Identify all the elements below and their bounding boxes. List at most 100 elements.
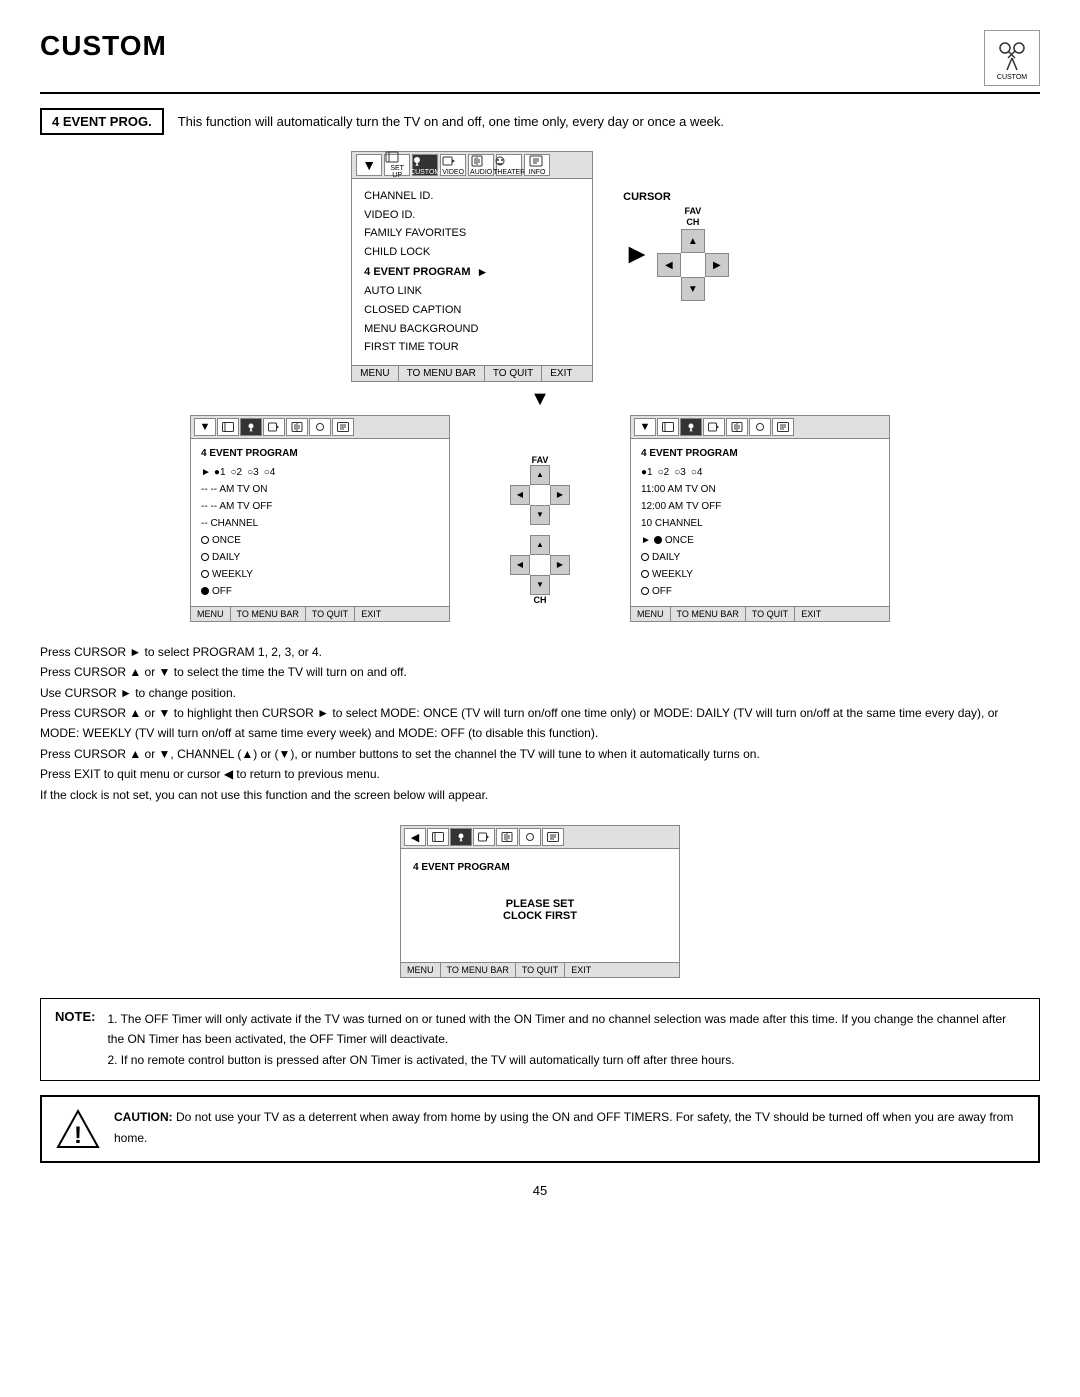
right-bb-menu: MENU <box>631 607 671 621</box>
left-tv-off: -- -- AM TV OFF <box>201 498 439 515</box>
clock-tab-setup <box>427 828 449 846</box>
tab-setup: SET UP <box>384 154 410 176</box>
fav-ch-controller-top: FAV CH ▲ ◀ ▶ ▼ <box>657 207 729 301</box>
nav-arrow: ▼ <box>356 154 382 176</box>
radio-weekly <box>201 570 209 578</box>
left-mode-once: ONCE <box>201 532 439 549</box>
svg-text:!: ! <box>74 1122 82 1149</box>
left-p1: ●1 <box>214 464 226 481</box>
caution-text: Do not use your TV as a deterrent when a… <box>114 1110 1013 1144</box>
left-title: 4 EVENT PROGRAM <box>201 445 439 462</box>
top-diagram-right: CURSOR ► FAV CH ▲ ◀ ▶ ▼ <box>623 151 729 301</box>
bottombar-menu: MENU <box>352 366 398 381</box>
c-br <box>550 505 570 525</box>
cb-left: ◀ <box>510 555 530 575</box>
event-prog-row: 4 EVENT PROG. This function will automat… <box>40 108 1040 135</box>
radio-once-filled <box>654 536 662 544</box>
bottombar-to-menu-bar: TO MENU BAR <box>399 366 485 381</box>
top-menu-topbar: ▼ SET UP CUSTOM VIDEO <box>352 152 592 179</box>
left-p2: ○2 <box>231 464 243 481</box>
radio-once <box>201 536 209 544</box>
menu-item-closed-caption: CLOSED CAPTION <box>364 301 580 320</box>
clock-tab-theater <box>519 828 541 846</box>
cell-down: ▼ <box>681 277 705 301</box>
cursor-arrow-box: ► FAV CH ▲ ◀ ▶ ▼ <box>623 207 729 301</box>
tab-info: INFO <box>524 154 550 176</box>
right-p4: ○4 <box>691 464 703 481</box>
right-tv-on: 11:00 AM TV ON <box>641 481 879 498</box>
left-topbar: ▼ <box>191 416 449 439</box>
clock-bb-menu: MENU <box>401 963 441 977</box>
cb-br <box>550 575 570 595</box>
custom-icon-label: CUSTOM <box>997 74 1027 81</box>
fav-label: FAV <box>684 207 701 216</box>
right-title: 4 EVENT PROGRAM <box>641 445 879 462</box>
left-menu-content: 4 EVENT PROGRAM ► ●1 ○2 ○3 ○4 -- -- AM T… <box>191 439 449 606</box>
note-point-1: 1. The OFF Timer will only activate if t… <box>107 1009 1025 1050</box>
cell-bl <box>657 277 681 301</box>
c-tr <box>550 465 570 485</box>
left-channel: -- CHANNEL <box>201 515 439 532</box>
left-p4: ○4 <box>264 464 276 481</box>
left-program-row: ► ●1 ○2 ○3 ○4 <box>201 464 439 481</box>
left-p3: ○3 <box>247 464 259 481</box>
left-mode-off: OFF <box>201 583 439 600</box>
page-number: 45 <box>40 1183 1040 1198</box>
center-fav-ch-bottom: ▲ ◀ ▶ ▼ CH <box>510 535 570 605</box>
cell-tl <box>657 229 681 253</box>
right-screen-group: ▼ <box>630 415 890 622</box>
right-bb-tomenubar: TO MENU BAR <box>671 607 746 621</box>
left-bottombar: MENU TO MENU BAR TO QUIT EXIT <box>191 606 449 621</box>
cb-bl <box>510 575 530 595</box>
c-right: ▶ <box>550 485 570 505</box>
radio-weekly-r <box>641 570 649 578</box>
left-tab-theater <box>309 418 331 436</box>
note-point-2: 2. If no remote control button is presse… <box>107 1050 1025 1070</box>
top-diagram-wrapper: ▼ SET UP CUSTOM VIDEO <box>40 151 1040 382</box>
left-tab-video <box>263 418 285 436</box>
right-mode-once: ► ONCE <box>641 532 879 549</box>
cell-up: ▲ <box>681 229 705 253</box>
cell-tr <box>705 229 729 253</box>
menu-item-family-fav: FAMILY FAVORITES <box>364 224 580 243</box>
radio-daily <box>201 553 209 561</box>
instruction-2: Press CURSOR ▲ or ▼ to select the time t… <box>40 662 1040 682</box>
cb-center <box>530 555 550 575</box>
ch-label: CH <box>686 218 699 227</box>
right-tab-theater <box>749 418 771 436</box>
right-mode-weekly: WEEKLY <box>641 566 879 583</box>
right-tv-off: 12:00 AM TV OFF <box>641 498 879 515</box>
left-arrow-indicator: ► <box>201 464 211 481</box>
clock-tab-video <box>473 828 495 846</box>
right-topbar: ▼ <box>631 416 889 439</box>
right-mode-daily: DAILY <box>641 549 879 566</box>
top-menu-screen: ▼ SET UP CUSTOM VIDEO <box>351 151 593 382</box>
menu-item-video-id: VIDEO ID. <box>364 206 580 225</box>
radio-off-filled <box>201 587 209 595</box>
right-tab-info <box>772 418 794 436</box>
right-p3: ○3 <box>674 464 686 481</box>
cb-down: ▼ <box>530 575 550 595</box>
top-menu-content: CHANNEL ID. VIDEO ID. FAMILY FAVORITES C… <box>352 179 592 365</box>
right-bottombar: MENU TO MENU BAR TO QUIT EXIT <box>631 606 889 621</box>
custom-icon-box: CUSTOM <box>984 30 1040 86</box>
c-up: ▲ <box>530 465 550 485</box>
cell-center <box>681 253 705 277</box>
instructions-block: Press CURSOR ► to select PROGRAM 1, 2, 3… <box>40 642 1040 805</box>
clock-msg-line2: CLOCK FIRST <box>413 910 667 922</box>
instruction-5: Press CURSOR ▲ or ▼, CHANNEL (▲) or (▼),… <box>40 744 1040 764</box>
event-prog-label: 4 EVENT PROG. <box>40 108 164 135</box>
left-mode-daily: DAILY <box>201 549 439 566</box>
cursor-label: CURSOR <box>623 191 671 203</box>
right-tab-video <box>703 418 725 436</box>
cell-right: ▶ <box>705 253 729 277</box>
note-content: 1. The OFF Timer will only activate if t… <box>107 1009 1025 1070</box>
custom-icon <box>993 36 1031 74</box>
cursor-right-arrow: ► <box>623 240 651 268</box>
clock-title: 4 EVENT PROGRAM <box>413 859 667 876</box>
clock-tab-info <box>542 828 564 846</box>
right-mode-off: OFF <box>641 583 879 600</box>
cb-right: ▶ <box>550 555 570 575</box>
bottombar-to-quit: TO QUIT <box>485 366 542 381</box>
clock-bb-exit: EXIT <box>565 963 597 977</box>
